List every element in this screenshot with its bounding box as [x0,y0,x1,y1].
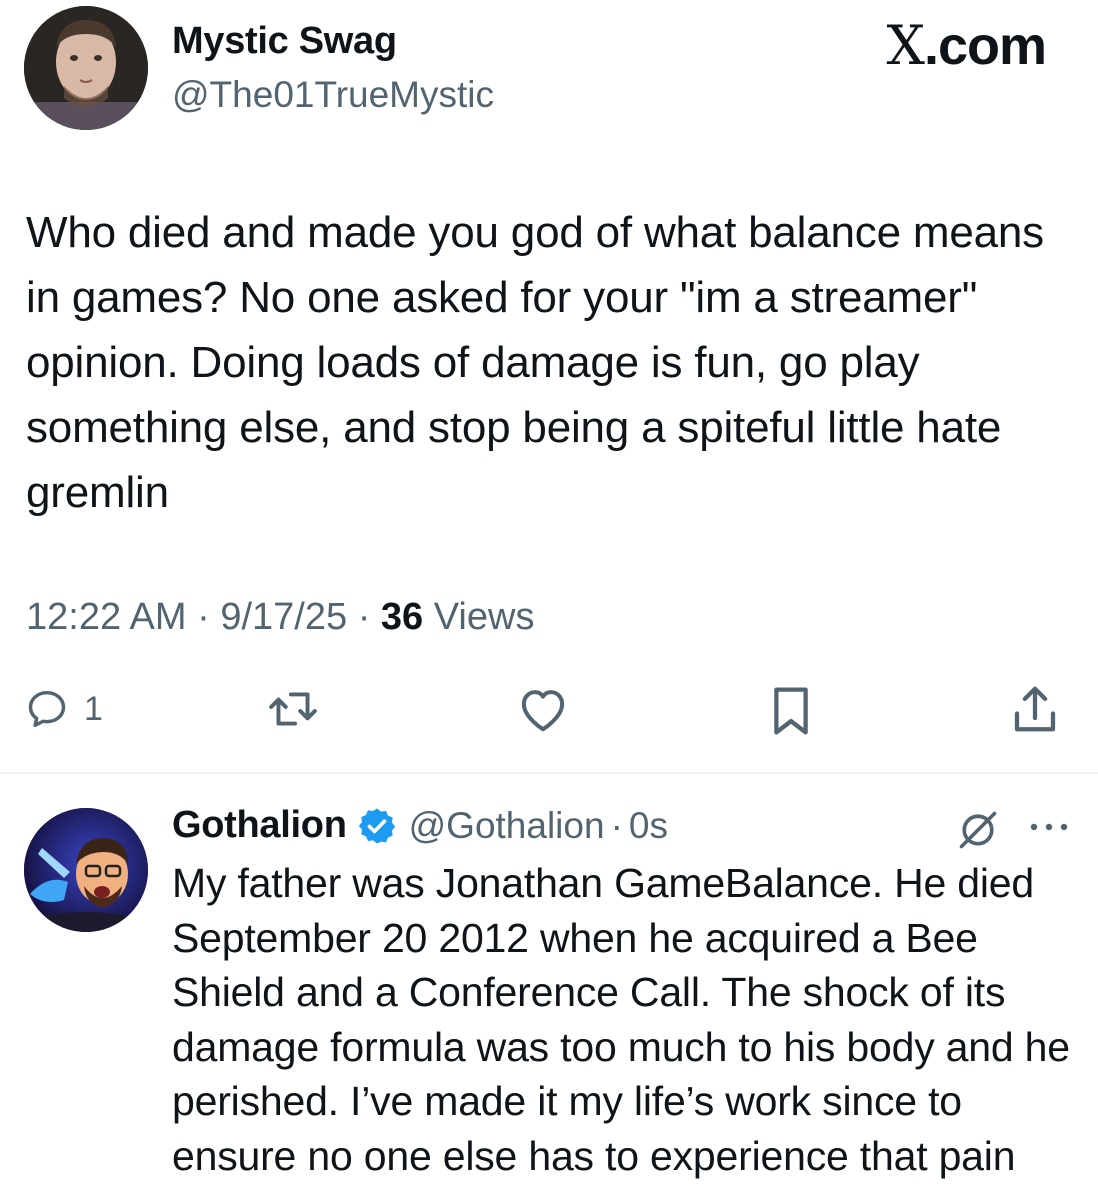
comment-bubble-icon [28,690,66,728]
views-label: Views [433,596,535,638]
author-name[interactable]: Mystic Swag [172,20,397,63]
author-avatar-image [24,6,148,130]
reply-separator: · [610,804,623,846]
reply-author-name[interactable]: Gothalion [172,804,347,847]
reply-text: My father was Jonathan GameBalance. He d… [172,860,1070,1179]
tweet-action-bar: 1 [0,680,1098,750]
reply-count: 1 [84,689,103,728]
like-button[interactable] [516,684,570,734]
divider [0,772,1098,774]
reply-avatar-image [24,808,148,932]
tweet-date[interactable]: 9/17/25 [220,596,347,638]
reply-header: Gothalion @Gothalion · 0s [172,804,668,847]
grok-button[interactable] [956,808,1000,857]
retweet-button[interactable] [266,684,320,734]
author-handle[interactable]: @The01TrueMystic [172,74,494,116]
reply-author-avatar[interactable] [24,808,148,932]
retweet-arrows-icon [269,692,317,726]
tweet-screenshot: Mystic Swag @The01TrueMystic X.com Who d… [0,0,1098,1200]
more-dots-icon [1030,823,1068,831]
more-options-button[interactable] [1028,820,1070,839]
grok-icon [959,811,997,849]
verified-badge-icon[interactable] [357,806,397,846]
tweet-metadata: 12:22 AM · 9/17/25 · 36 Views [26,596,534,639]
meta-separator: · [197,596,210,638]
share-button[interactable] [1010,682,1060,736]
reply-time[interactable]: 0s [629,805,668,847]
bookmark-icon [774,687,808,735]
share-upload-icon [1014,686,1056,732]
heart-icon [521,690,565,732]
reply-button[interactable]: 1 [24,686,103,732]
meta-separator: · [357,596,371,638]
author-avatar[interactable] [24,6,148,130]
x-logo-domain: .com [923,16,1047,76]
tweet-text: Who died and made you god of what balanc… [26,208,1044,517]
reply-author-handle[interactable]: @Gothalion [409,805,605,847]
x-logo-glyph: X [886,14,925,77]
x-com-logo: X.com [886,14,1048,77]
tweet-time[interactable]: 12:22 AM [26,596,187,638]
bookmark-button[interactable] [768,684,814,738]
views-count: 36 [380,596,424,638]
